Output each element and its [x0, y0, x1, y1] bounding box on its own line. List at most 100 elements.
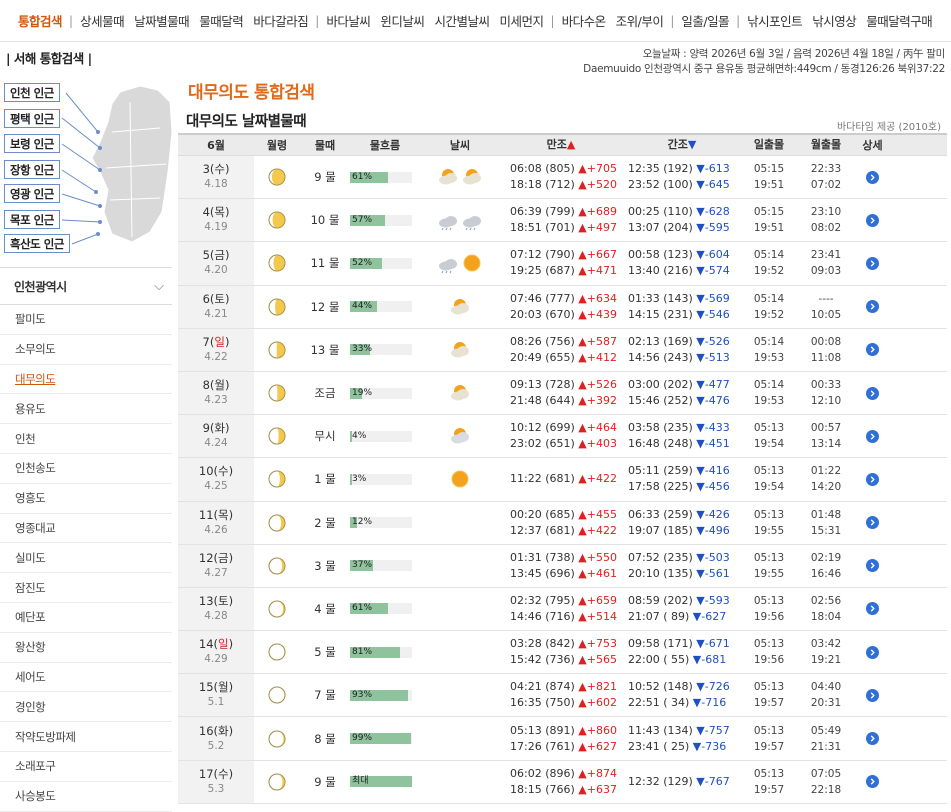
- nav-marine-weather[interactable]: 바다날씨: [326, 11, 371, 30]
- region-select[interactable]: 인천광역시 ⌵: [0, 267, 172, 305]
- sunset-time: 19:53: [753, 395, 785, 408]
- high-tide-time: 08:26 (756): [510, 334, 575, 348]
- low-tide-cell: 00:25 (110) ▼-628 13:07 (204) ▼-595: [622, 199, 742, 241]
- nav-fine-dust[interactable]: 미세먼지: [500, 11, 545, 30]
- sunset-time: 19:56: [753, 654, 785, 667]
- high-tide-cell: 11:22 (681) ▲+422: [500, 458, 622, 500]
- detail-arrow-icon[interactable]: [866, 170, 879, 184]
- day-label: 6(토): [202, 291, 230, 306]
- nav-sunrise-sunset[interactable]: 일출/일몰: [681, 11, 729, 30]
- high-tide-change: ▲+403: [578, 437, 617, 451]
- map-label-2[interactable]: 보령 인근: [4, 134, 60, 153]
- location-item[interactable]: 영종대교: [0, 514, 172, 544]
- high-tide-change: ▲+602: [578, 696, 617, 710]
- detail-arrow-icon[interactable]: [866, 472, 879, 486]
- sun-cell: 05:13 19:56: [742, 588, 796, 630]
- high-tide-change: ▲+659: [578, 593, 617, 607]
- chevron-down-icon: ⌵: [154, 278, 164, 294]
- location-item[interactable]: 작약도방파제: [0, 722, 172, 752]
- map-label-6[interactable]: 흑산도 인근: [4, 234, 70, 253]
- detail-arrow-icon[interactable]: [866, 775, 879, 789]
- flow-text: 4%: [352, 430, 367, 441]
- low-tide-time: 02:13 (169): [628, 334, 693, 348]
- location-item[interactable]: 대무의도: [0, 365, 172, 395]
- high-tide-change: ▲+464: [578, 421, 617, 435]
- high-tide-change: ▲+412: [578, 350, 617, 364]
- moonrise-time: 04:40: [810, 681, 842, 694]
- cloud-sun-icon: [449, 296, 471, 318]
- header-low[interactable]: 간조 ▼: [622, 135, 742, 155]
- region-select-label: 인천광역시: [14, 279, 67, 294]
- location-item[interactable]: 예단포: [0, 603, 172, 633]
- lunar-date: 4.20: [204, 264, 228, 277]
- nav-hourly-weather[interactable]: 시간별날씨: [434, 11, 490, 30]
- date-cell: 4(목) 4.19: [178, 199, 254, 242]
- location-item[interactable]: 소래포구: [0, 752, 172, 782]
- low-tide-change: ▼-757: [696, 723, 730, 737]
- detail-arrow-icon[interactable]: [866, 602, 879, 616]
- top-navigation: 통합검색|상세물때|날짜별물때|물때달력|바다갈라짐|바다날씨|윈디날씨|시간별…: [0, 0, 951, 42]
- high-tide-time: 12:37 (681): [510, 523, 575, 537]
- detail-arrow-icon[interactable]: [866, 256, 879, 270]
- detail-arrow-icon[interactable]: [866, 732, 879, 746]
- sun-cell: 05:14 19:53: [742, 372, 796, 414]
- low-tide-change: ▼-671: [696, 637, 730, 651]
- nav-windy-weather[interactable]: 윈디날씨: [380, 11, 425, 30]
- location-item[interactable]: 인천: [0, 424, 172, 454]
- nav-detailed-tide[interactable]: 상세물때: [80, 11, 125, 30]
- nav-tide-buoy[interactable]: 조위/부이: [616, 11, 664, 30]
- date-cell: 11(목) 4.26: [178, 501, 254, 544]
- location-item[interactable]: 소무의도: [0, 335, 172, 365]
- location-item[interactable]: 팔미도: [0, 305, 172, 335]
- flow-bar: 4%: [350, 430, 412, 442]
- detail-arrow-icon[interactable]: [866, 688, 879, 702]
- location-item[interactable]: 실미도: [0, 543, 172, 574]
- location-item[interactable]: 사승봉도: [0, 782, 172, 812]
- map-label-4[interactable]: 영광 인근: [4, 184, 60, 203]
- nav-fishing-videos[interactable]: 낚시영상: [812, 11, 857, 30]
- detail-arrow-icon[interactable]: [866, 300, 879, 314]
- detail-arrow-icon[interactable]: [866, 343, 879, 357]
- location-item[interactable]: 용유도: [0, 394, 172, 425]
- nav-integrated-search[interactable]: 통합검색: [18, 11, 63, 30]
- location-item[interactable]: 세어도: [0, 663, 172, 693]
- low-tide-time: 23:52 (100): [628, 178, 693, 192]
- nav-tide-calendar[interactable]: 물때달력: [199, 11, 244, 30]
- sunrise-time: 05:13: [753, 638, 785, 651]
- sunset-time: 19:55: [753, 567, 785, 580]
- location-item[interactable]: 영흥도: [0, 484, 172, 514]
- location-item[interactable]: 경인항: [0, 692, 172, 723]
- low-tide-cell: 12:35 (192) ▼-613 23:52 (100) ▼-645: [622, 156, 742, 198]
- map-label-1[interactable]: 평택 인근: [4, 109, 60, 128]
- lunar-date: 4.28: [204, 609, 228, 622]
- detail-arrow-icon[interactable]: [866, 516, 879, 530]
- header-high[interactable]: 만조 ▲: [500, 135, 622, 155]
- nav-water-temp[interactable]: 바다수온: [562, 11, 607, 30]
- detail-arrow-icon[interactable]: [866, 213, 879, 227]
- location-item[interactable]: 잠진도: [0, 573, 172, 603]
- detail-arrow-icon[interactable]: [866, 559, 879, 573]
- detail-cell: [856, 242, 889, 284]
- detail-arrow-icon[interactable]: [866, 386, 879, 400]
- detail-arrow-icon[interactable]: [866, 429, 879, 443]
- region-map[interactable]: 인천 인근평택 인근보령 인근장항 인근영광 인근목포 인근흑산도 인근: [0, 72, 172, 262]
- nav-fishing-points[interactable]: 낚시포인트: [747, 11, 803, 30]
- high-tide-cell: 06:39 (799) ▲+689 18:51 (701) ▲+497: [500, 199, 622, 241]
- cloud-rain-icon: [461, 209, 483, 231]
- nav-sea-parting[interactable]: 바다갈라짐: [253, 11, 309, 30]
- cloud-sun-gray-icon: [449, 425, 471, 447]
- nav-daily-tide[interactable]: 날짜별물때: [134, 11, 190, 30]
- detail-arrow-icon[interactable]: [866, 645, 879, 659]
- map-label-0[interactable]: 인천 인근: [4, 83, 60, 102]
- sunrise-time: 05:15: [753, 206, 785, 219]
- map-label-3[interactable]: 장항 인근: [4, 160, 60, 179]
- sunrise-time: 05:14: [753, 379, 785, 392]
- high-tide-cell: 06:08 (805) ▲+705 18:18 (712) ▲+520: [500, 156, 622, 198]
- location-item[interactable]: 왕산항: [0, 633, 172, 663]
- date-cell: 6(토) 4.21: [178, 285, 254, 328]
- location-item[interactable]: 인천송도: [0, 454, 172, 484]
- tide-label: 13 물: [310, 342, 340, 357]
- low-tide-time: 23:41 ( 25): [628, 739, 690, 753]
- nav-tide-calendar-buy[interactable]: 물때달력구매: [866, 11, 933, 30]
- map-label-5[interactable]: 목포 인근: [4, 210, 60, 229]
